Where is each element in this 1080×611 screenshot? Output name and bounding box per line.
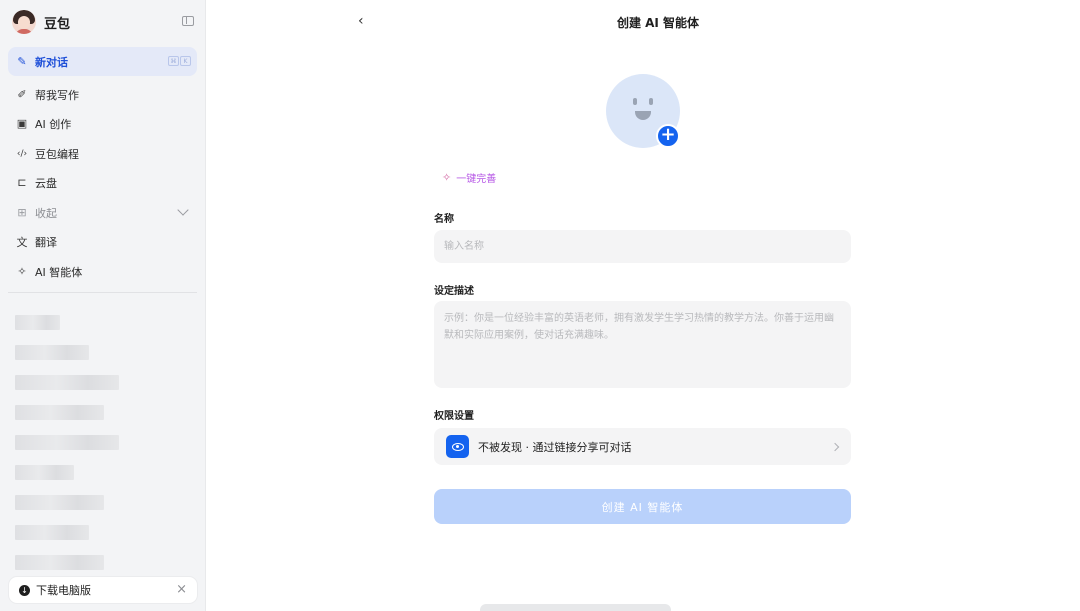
cloud-folder-icon: ⊏ [17, 176, 27, 189]
description-input[interactable] [434, 301, 851, 388]
sidebar-item-ai-create[interactable]: ▣ AI 创作 [8, 109, 197, 138]
chevron-right-icon [830, 442, 840, 452]
sidebar-item-translate[interactable]: 文 翻译 [8, 227, 197, 256]
translate-icon: 文 [16, 235, 28, 249]
sidebar-collapse-icon[interactable] [182, 16, 194, 26]
history-item-redacted[interactable] [15, 435, 119, 450]
app-name: 豆包 [44, 16, 71, 32]
sidebar-item-cloud[interactable]: ⊏ 云盘 [8, 168, 197, 197]
name-label: 名称 [434, 214, 454, 225]
avatar-eye [633, 98, 637, 105]
sidebar-item-collapse[interactable]: ⊞ 收起 [8, 198, 197, 227]
add-avatar-button[interactable]: + [656, 124, 680, 148]
permission-label: 权限设置 [434, 411, 474, 422]
sparkle-icon: ✧ [17, 265, 27, 278]
history-item-redacted[interactable] [15, 525, 89, 540]
sidebar-header: 豆包 [12, 9, 196, 35]
sidebar-item-writing[interactable]: ✐ 帮我写作 [8, 80, 197, 109]
history-item-redacted[interactable] [15, 465, 74, 480]
avatar-eye [649, 98, 653, 105]
sidebar-item-label: AI 智能体 [35, 265, 83, 279]
sidebar-item-label: 翻译 [35, 235, 57, 249]
shortcut-hint: ⌘ K [168, 56, 191, 66]
history-item-redacted[interactable] [15, 315, 60, 330]
eye-icon [446, 435, 469, 458]
new-chat-button[interactable]: ✎ 新对话 ⌘ K [8, 47, 197, 76]
edit-icon: ✎ [17, 55, 27, 68]
sidebar-divider [8, 292, 197, 293]
history-item-redacted[interactable] [15, 345, 89, 360]
sidebar-item-label: AI 创作 [35, 117, 72, 131]
magic-wand-icon: ✧ [442, 171, 452, 184]
sidebar-item-label: 豆包编程 [35, 147, 79, 161]
download-desktop-banner[interactable]: ↓ 下载电脑版 × [9, 577, 197, 603]
sidebar: 豆包 ✎ 新对话 ⌘ K ✐ 帮我写作 ▣ AI 创作 ‹/› 豆包编程 ⊏ 云盘… [0, 0, 206, 611]
auto-complete-button[interactable]: ✧ 一键完善 [442, 170, 496, 185]
close-icon[interactable]: × [176, 583, 187, 597]
image-create-icon: ▣ [16, 117, 28, 130]
download-label: 下载电脑版 [36, 584, 91, 597]
permission-value: 不被发现 · 通过链接分享可对话 [478, 440, 632, 454]
page-title: 创建 AI 智能体 [616, 16, 700, 30]
sidebar-item-coding[interactable]: ‹/› 豆包编程 [8, 139, 197, 168]
sidebar-item-label: 收起 [35, 206, 57, 220]
bottom-panel-handle [480, 604, 671, 611]
sidebar-item-agents[interactable]: ✧ AI 智能体 [8, 257, 197, 286]
auto-complete-label: 一键完善 [456, 174, 497, 185]
download-icon: ↓ [19, 584, 30, 596]
code-icon: ‹/› [16, 148, 28, 159]
pen-sparkle-icon: ✐ [17, 88, 27, 101]
permission-selector[interactable]: 不被发现 · 通过链接分享可对话 [434, 428, 851, 465]
back-button[interactable]: ‹ [358, 13, 364, 29]
description-label: 设定描述 [434, 286, 474, 297]
history-item-redacted[interactable] [15, 495, 104, 510]
history-item-redacted[interactable] [15, 405, 104, 420]
apps-icon: ⊞ [17, 206, 27, 219]
history-item-redacted[interactable] [15, 375, 119, 390]
create-agent-button[interactable]: 创建 AI 智能体 [434, 489, 851, 524]
chevron-down-icon [177, 204, 189, 216]
history-item-redacted[interactable] [15, 555, 104, 570]
avatar[interactable] [12, 10, 36, 34]
sidebar-item-label: 云盘 [35, 176, 57, 190]
avatar-mouth [635, 111, 651, 120]
new-chat-label: 新对话 [35, 55, 68, 69]
name-input[interactable] [434, 230, 851, 263]
sidebar-item-label: 帮我写作 [35, 88, 79, 102]
